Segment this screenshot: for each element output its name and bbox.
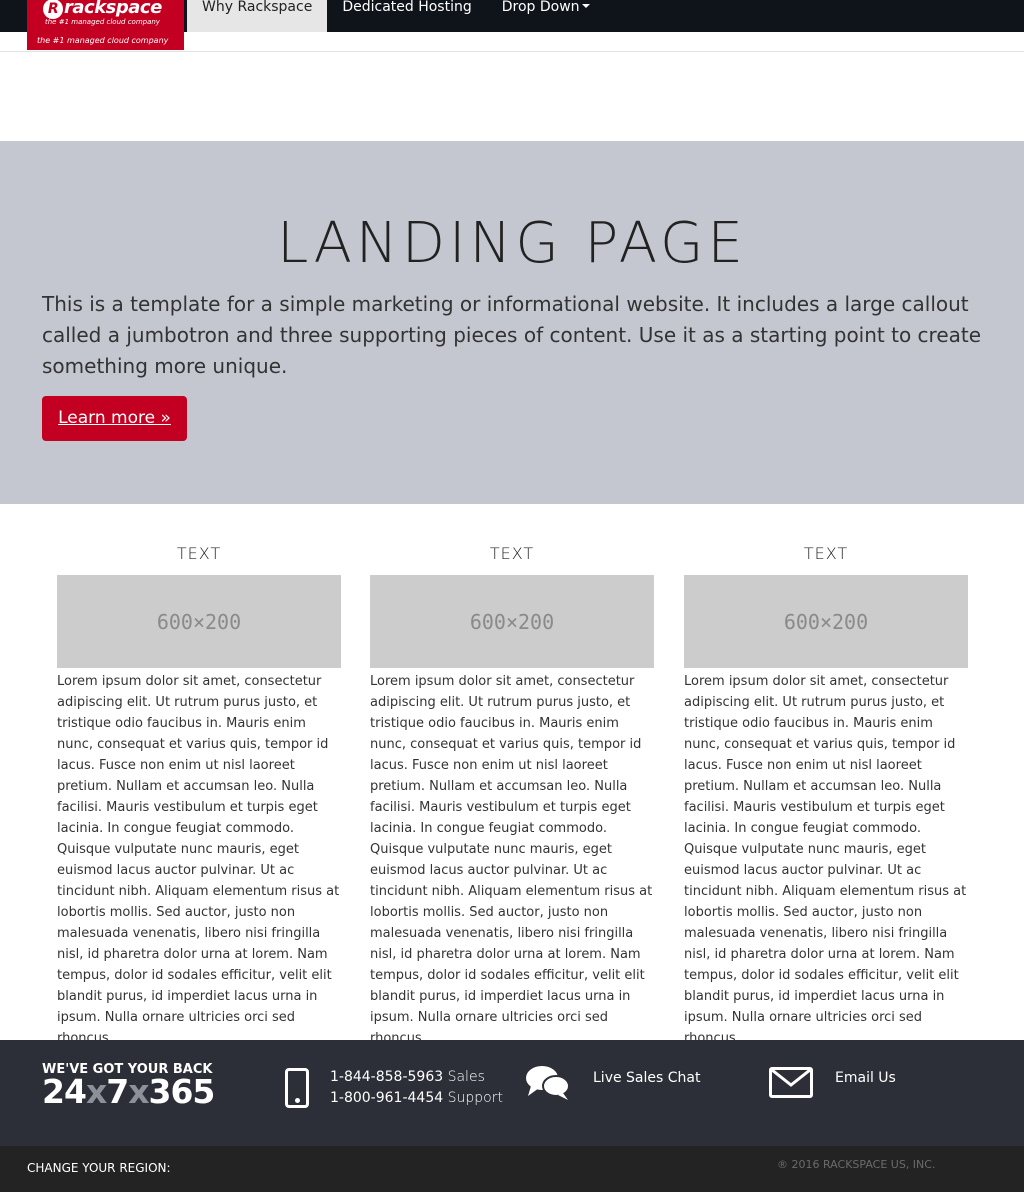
envelope-icon[interactable] (769, 1067, 813, 1098)
logo-tagline-secondary: the #1 managed cloud company (37, 36, 169, 45)
nav-item-why-rackspace[interactable]: Why Rackspace (187, 0, 328, 32)
image-placeholder: 600×200 (684, 575, 968, 668)
image-placeholder: 600×200 (57, 575, 341, 668)
jumbotron: LANDING PAGE This is a template for a si… (0, 141, 1024, 504)
content-column-1: TEXT 600×200 Lorem ipsum dolor sit amet,… (57, 542, 341, 1049)
support-hours: 24x7x365 (42, 1072, 215, 1111)
brand-logo[interactable]: Rrackspace the #1 managed cloud company … (27, 0, 184, 50)
image-placeholder: 600×200 (370, 575, 654, 668)
nav-item-label: Dedicated Hosting (342, 0, 472, 15)
nav-item-label: Why Rackspace (202, 0, 313, 15)
site-footer: WE'VE GOT YOUR BACK 24x7x365 1-844-858-5… (0, 1040, 1024, 1146)
caret-down-icon (581, 4, 590, 8)
logo-tagline: the #1 managed cloud company (45, 18, 160, 26)
column-body: Lorem ipsum dolor sit amet, consectetur … (370, 674, 653, 1046)
jumbotron-text: This is a template for a simple marketin… (42, 292, 982, 378)
content-column-3: TEXT 600×200 Lorem ipsum dolor sit amet,… (684, 542, 968, 1049)
chat-bubbles-icon[interactable] (525, 1064, 571, 1102)
nav-item-label: Drop Down (501, 0, 580, 15)
nav-menu: Why Rackspace Dedicated Hosting Drop Dow… (187, 0, 605, 32)
phone-icon (285, 1068, 309, 1108)
nav-item-dedicated-hosting[interactable]: Dedicated Hosting (327, 0, 486, 32)
copyright-text: ® 2016 RACKSPACE US, INC. (777, 1158, 936, 1171)
jumbotron-title: LANDING PAGE (277, 211, 747, 276)
sub-footer: CHANGE YOUR REGION: ® 2016 RACKSPACE US,… (0, 1146, 1024, 1192)
nav-item-drop-down[interactable]: Drop Down (487, 0, 605, 32)
content-column-2: TEXT 600×200 Lorem ipsum dolor sit amet,… (370, 542, 654, 1049)
logo-wordmark: Rrackspace (43, 0, 162, 19)
live-chat-link[interactable]: Live Sales Chat (593, 1070, 700, 1086)
change-region-link[interactable]: CHANGE YOUR REGION: (27, 1161, 171, 1175)
column-heading: TEXT (489, 544, 535, 563)
learn-more-button[interactable]: Learn more » (42, 396, 187, 441)
phone-contacts: 1-844-858-5963 Sales 1-800-961-4454 Supp… (330, 1067, 503, 1109)
support-phone-line[interactable]: 1-800-961-4454 Support (330, 1088, 503, 1109)
email-us-link[interactable]: Email Us (835, 1070, 896, 1086)
column-body: Lorem ipsum dolor sit amet, consectetur … (57, 674, 340, 1046)
sales-phone-line[interactable]: 1-844-858-5963 Sales (330, 1067, 503, 1088)
column-body: Lorem ipsum dolor sit amet, consectetur … (684, 674, 967, 1046)
column-heading: TEXT (176, 544, 222, 563)
column-heading: TEXT (803, 544, 849, 563)
